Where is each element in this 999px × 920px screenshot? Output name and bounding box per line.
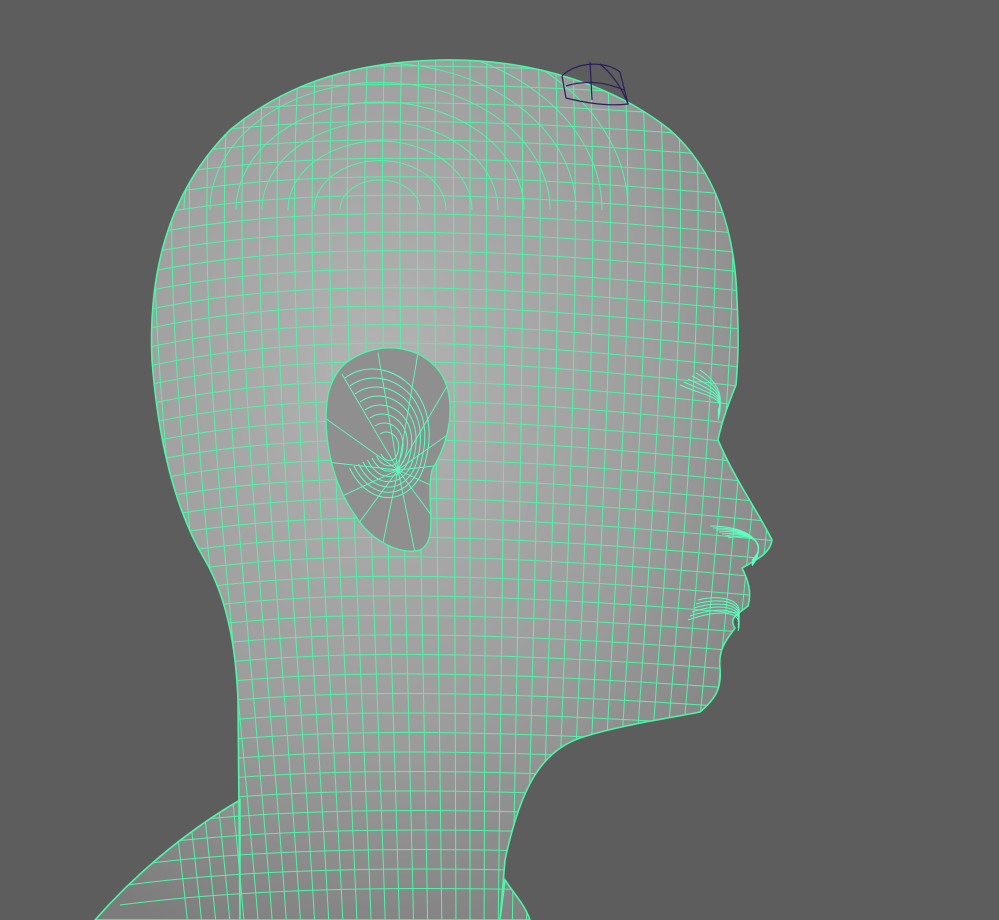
viewport-scene[interactable] xyxy=(0,0,999,920)
3d-viewport[interactable] xyxy=(0,0,999,920)
